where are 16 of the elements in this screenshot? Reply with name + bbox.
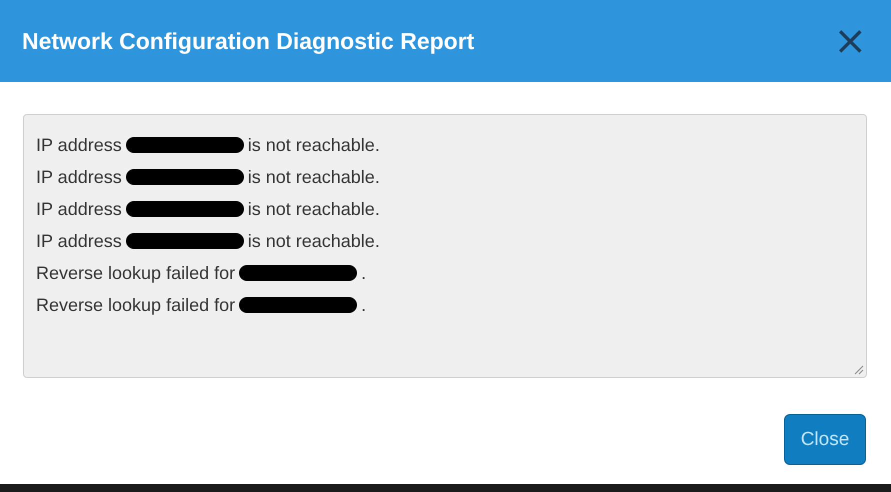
report-line-text: IP address: [36, 230, 122, 252]
report-line-text: Reverse lookup failed for: [36, 262, 236, 284]
report-line-text: Reverse lookup failed for: [36, 294, 236, 316]
report-line-text: .: [361, 262, 366, 284]
dialog-title: Network Configuration Diagnostic Report: [22, 28, 474, 54]
resize-grip-icon[interactable]: [852, 363, 864, 375]
close-button[interactable]: Close: [784, 414, 866, 465]
report-line-text: is not reachable.: [248, 166, 380, 188]
report-line-text: IP address: [36, 166, 122, 188]
close-button[interactable]: ×: [829, 21, 871, 61]
report-line-text: IP address: [36, 134, 122, 156]
report-line-text: is not reachable.: [248, 134, 380, 156]
report-line-text: .: [361, 294, 366, 316]
report-line-text: is not reachable.: [248, 198, 380, 220]
report-line-text: is not reachable.: [248, 230, 380, 252]
report-line-text: IP address: [36, 198, 122, 220]
